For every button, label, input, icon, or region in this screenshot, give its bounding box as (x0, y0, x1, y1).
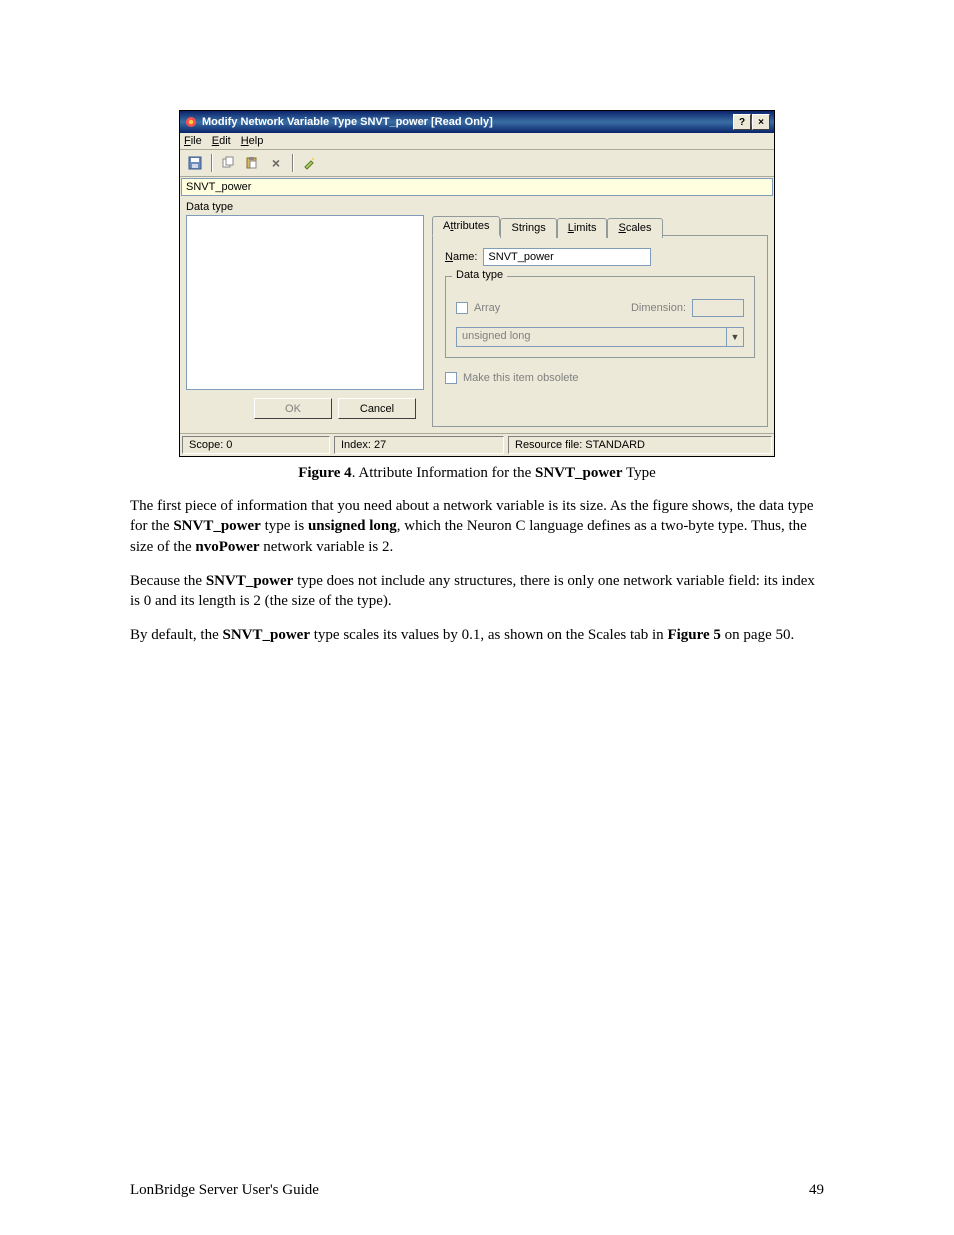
type-combobox-text: unsigned long (457, 328, 726, 346)
window-title: Modify Network Variable Type SNVT_power … (202, 116, 493, 128)
data-type-label: Data type (186, 201, 424, 213)
tab-limits[interactable]: Limits (557, 218, 608, 238)
paragraph-3: By default, the SNVT_power type scales i… (130, 625, 824, 645)
tab-strip: Attributes Strings Limits Scales (432, 216, 768, 236)
dialog-body: Data type OK Cancel Attributes Strings L… (180, 197, 774, 433)
status-resource: Resource file: STANDARD (508, 436, 772, 454)
tab-scales[interactable]: Scales (607, 218, 662, 238)
footer-title: LonBridge Server User's Guide (130, 1182, 319, 1199)
type-name-field[interactable]: SNVT_power (181, 178, 773, 196)
document-page: Modify Network Variable Type SNVT_power … (0, 0, 954, 1235)
left-pane: Data type OK Cancel (180, 197, 430, 433)
tab-strings[interactable]: Strings (500, 218, 556, 238)
toolbar-separator (292, 154, 293, 172)
toolbar-separator (211, 154, 212, 172)
close-button[interactable]: × (752, 114, 770, 130)
title-bar: Modify Network Variable Type SNVT_power … (180, 111, 774, 133)
name-label: Name: (445, 251, 477, 263)
toolbar: × (180, 150, 774, 177)
name-input[interactable] (483, 248, 651, 266)
wizard-icon[interactable] (298, 153, 320, 173)
right-pane: Attributes Strings Limits Scales Name: D… (430, 197, 774, 433)
save-icon[interactable] (184, 153, 206, 173)
menu-bar: File Edit Help (180, 133, 774, 150)
array-checkbox[interactable] (456, 302, 468, 314)
menu-edit[interactable]: Edit (212, 135, 231, 147)
type-combobox[interactable]: unsigned long ▼ (456, 327, 744, 347)
paragraph-2: Because the SNVT_power type does not inc… (130, 571, 824, 612)
status-bar: Scope: 0 Index: 27 Resource file: STANDA… (180, 433, 774, 456)
chevron-down-icon[interactable]: ▼ (726, 328, 743, 346)
data-type-tree[interactable] (186, 215, 424, 390)
app-icon (184, 115, 198, 129)
obsolete-checkbox[interactable] (445, 372, 457, 384)
data-type-legend: Data type (452, 269, 507, 281)
status-index: Index: 27 (334, 436, 504, 454)
delete-icon[interactable]: × (265, 153, 287, 173)
dimension-label: Dimension: (631, 302, 686, 314)
button-row: OK Cancel (186, 390, 424, 427)
status-scope: Scope: 0 (182, 436, 330, 454)
attributes-panel: Name: Data type Array Dimension: (432, 235, 768, 427)
page-footer: LonBridge Server User's Guide 49 (130, 1182, 824, 1199)
dialog-window: Modify Network Variable Type SNVT_power … (179, 110, 775, 457)
ok-button[interactable]: OK (254, 398, 332, 419)
tab-attributes[interactable]: Attributes (432, 216, 500, 236)
menu-file[interactable]: File (184, 135, 202, 147)
help-button[interactable]: ? (733, 114, 751, 130)
page-number: 49 (809, 1182, 824, 1199)
cancel-button[interactable]: Cancel (338, 398, 416, 419)
paragraph-1: The first piece of information that you … (130, 496, 824, 557)
dimension-input (692, 299, 744, 317)
data-type-group: Data type Array Dimension: unsigned long… (445, 276, 755, 358)
array-label: Array (474, 302, 500, 314)
figure-caption: Figure 4. Attribute Information for the … (130, 465, 824, 482)
obsolete-label: Make this item obsolete (463, 372, 579, 384)
paste-icon[interactable] (241, 153, 263, 173)
copy-icon[interactable] (217, 153, 239, 173)
menu-help[interactable]: Help (241, 135, 264, 147)
